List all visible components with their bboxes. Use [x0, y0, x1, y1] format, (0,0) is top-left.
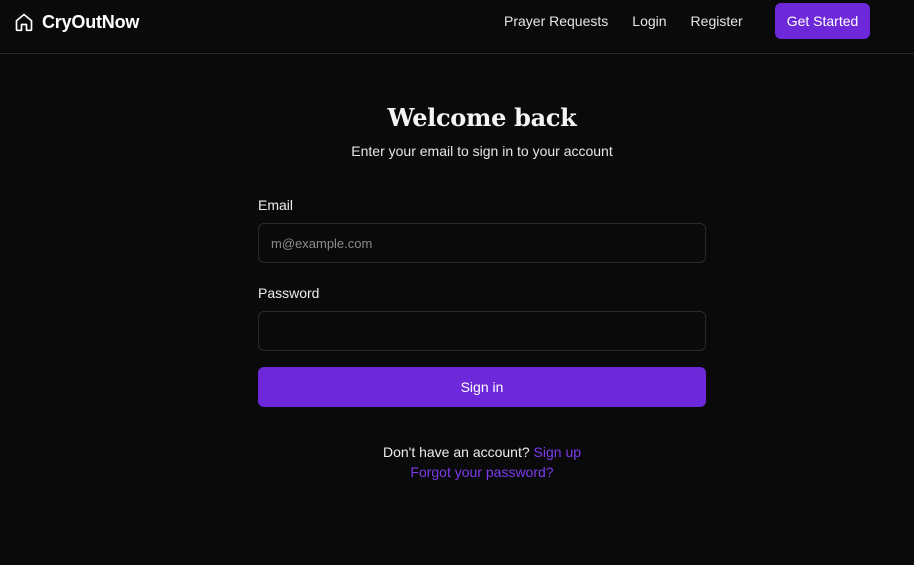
top-navbar: CryOutNow Prayer Requests Login Register… [0, 0, 914, 54]
login-form: Email Password Sign in [258, 197, 706, 407]
sign-in-button[interactable]: Sign in [258, 367, 706, 407]
signup-prompt: Don't have an account? Sign up [383, 442, 581, 462]
nav-link-register[interactable]: Register [691, 13, 743, 29]
login-panel: Welcome back Enter your email to sign in… [258, 100, 706, 482]
nav-links: Prayer Requests Login Register Get Start… [504, 3, 871, 39]
page-subtitle: Enter your email to sign in to your acco… [351, 143, 613, 159]
brand-name: CryOutNow [42, 11, 140, 32]
nav-link-prayer-requests[interactable]: Prayer Requests [504, 13, 608, 29]
auth-footer: Don't have an account? Sign up Forgot yo… [383, 442, 581, 482]
password-label: Password [258, 285, 320, 301]
page-title: Welcome back [387, 103, 577, 132]
forgot-password-link[interactable]: Forgot your password? [410, 464, 553, 480]
brand-link[interactable]: CryOutNow [14, 10, 139, 34]
nav-link-login[interactable]: Login [632, 13, 666, 29]
password-field-group: Password [258, 285, 706, 351]
no-account-text: Don't have an account? [382, 444, 530, 460]
email-field-group: Email [258, 197, 706, 263]
password-input[interactable] [258, 311, 706, 351]
email-input[interactable] [258, 223, 706, 263]
email-label: Email [258, 197, 294, 213]
home-icon [15, 13, 33, 32]
sign-up-link[interactable]: Sign up [534, 444, 581, 460]
get-started-button[interactable]: Get Started [774, 3, 871, 39]
